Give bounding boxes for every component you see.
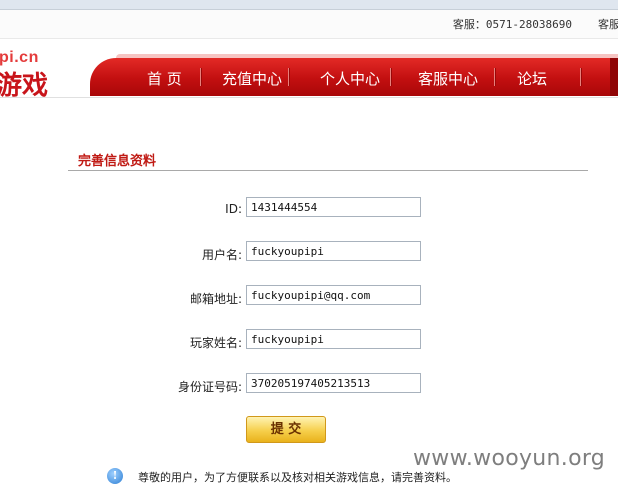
submit-button[interactable]: 提 交 [246, 416, 326, 443]
main-nav: 首 页 充值中心 个人中心 客服中心 论坛 [90, 54, 618, 96]
section-title: 完善信息资料 [78, 154, 157, 169]
nav-separator [390, 68, 392, 86]
nav-separator [288, 68, 290, 86]
nav-item-support[interactable]: 客服中心 [418, 68, 478, 89]
label-id: ID: [225, 202, 242, 216]
id-card-field[interactable] [246, 373, 421, 393]
nav-item-forum[interactable]: 论坛 [517, 68, 547, 89]
service-hotline: 客服：0571-28038690 [453, 16, 572, 32]
notice-text: 尊敬的用户，为了方便联系以及核对相关游戏信息，请完善资料。 [138, 471, 457, 484]
nav-item-profile[interactable]: 个人中心 [320, 68, 380, 89]
logo-word[interactable]: 游戏 [0, 65, 48, 102]
service-label-cut: 客服 [598, 18, 618, 31]
section-divider [68, 170, 588, 171]
id-field[interactable] [246, 197, 421, 217]
top-strip [0, 0, 618, 10]
label-email: 邮箱地址: [189, 292, 242, 306]
watermark: www.wooyun.org [413, 446, 606, 471]
service-bar: 客服：0571-28038690 客服 [0, 10, 618, 39]
info-icon: ! [107, 468, 123, 484]
nav-end-cap [610, 58, 618, 96]
label-username: 用户名: [201, 248, 242, 262]
username-field[interactable] [246, 241, 421, 261]
nav-item-home[interactable]: 首 页 [147, 68, 182, 89]
email-field[interactable] [246, 285, 421, 305]
nav-item-recharge[interactable]: 充值中心 [222, 68, 282, 89]
nav-separator [200, 68, 202, 86]
service-phone: 0571-28038690 [485, 18, 572, 31]
label-player-name: 玩家姓名: [189, 336, 242, 350]
label-id-card: 身份证号码: [177, 380, 242, 394]
service-label: 客服： [452, 18, 486, 31]
nav-separator [494, 68, 496, 86]
nav-separator [580, 68, 582, 86]
player-name-field[interactable] [246, 329, 421, 349]
